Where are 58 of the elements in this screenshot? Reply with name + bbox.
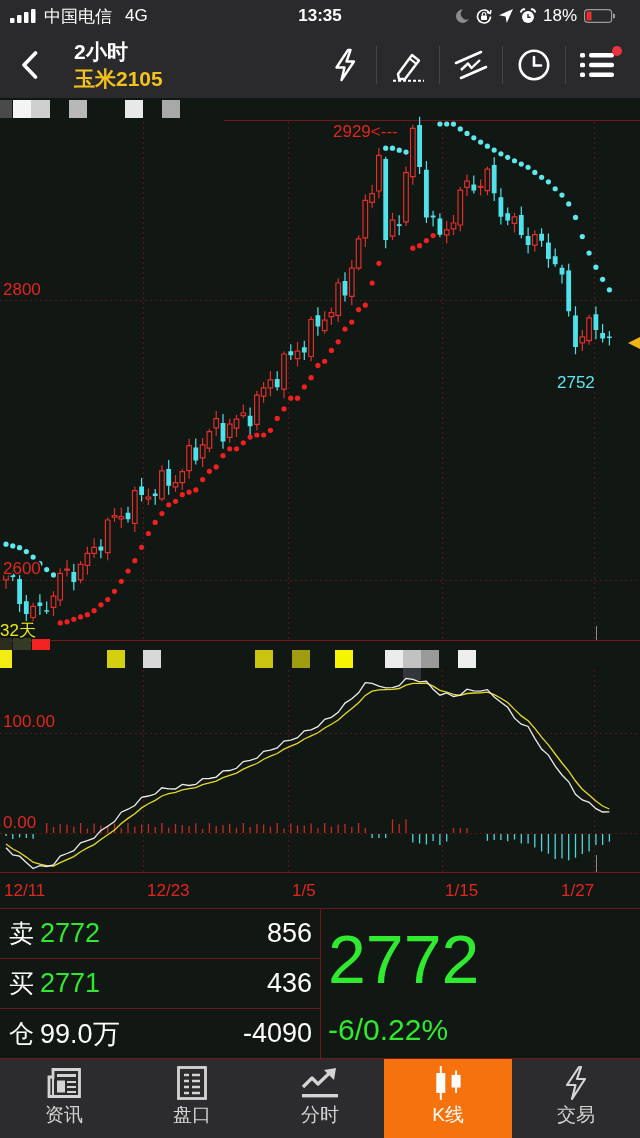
pixelated-block bbox=[162, 100, 180, 118]
network-type: 4G bbox=[125, 6, 148, 26]
clock-time: 13:35 bbox=[298, 6, 342, 26]
pixelated-block bbox=[125, 100, 143, 118]
pixelated-block bbox=[143, 650, 161, 668]
date-axis-label: 1/27 bbox=[561, 881, 595, 900]
quote-volume: 856 bbox=[266, 918, 312, 949]
quote-price: 99.0万 bbox=[40, 1017, 120, 1051]
quote-volume: 436 bbox=[266, 968, 312, 999]
quote-label: 仓 bbox=[9, 1018, 34, 1049]
quote-volume: -4090 bbox=[242, 1018, 312, 1049]
price-pointer-icon bbox=[628, 337, 640, 349]
menu-icon[interactable] bbox=[580, 52, 614, 78]
lightning-icon[interactable] bbox=[333, 48, 357, 82]
date-axis-label: 1/5 bbox=[292, 881, 316, 900]
pixelated-block bbox=[69, 100, 87, 118]
newspaper-icon bbox=[46, 1065, 82, 1101]
contract-symbol: 玉米2105 bbox=[74, 66, 163, 92]
pixelated-block bbox=[255, 650, 273, 668]
pixelated-block bbox=[32, 639, 50, 650]
pixelated-block bbox=[335, 650, 353, 668]
signal-icon bbox=[10, 9, 36, 23]
quote-label: 买 bbox=[9, 968, 34, 999]
tab[interactable]: 交易 bbox=[512, 1059, 640, 1138]
tab[interactable]: 资讯 bbox=[0, 1059, 128, 1138]
day-count-label: 32天 bbox=[0, 621, 36, 640]
quote-label: 卖 bbox=[9, 918, 34, 949]
trend-lines-icon[interactable] bbox=[454, 50, 488, 80]
price-axis-label: 2800 bbox=[3, 280, 41, 299]
indicator-axis-label: 100.00 bbox=[3, 712, 55, 731]
clock-icon[interactable] bbox=[518, 49, 550, 81]
price-change: -6/0.22% bbox=[328, 1013, 450, 1047]
carrier-name: 中国电信 bbox=[44, 5, 112, 28]
chart-period: 2小时 bbox=[74, 39, 129, 65]
pixelated-block bbox=[31, 100, 50, 118]
alarm-clock-icon bbox=[519, 8, 536, 24]
rotation-lock-icon bbox=[475, 8, 492, 24]
date-axis-label: 1/15 bbox=[445, 881, 479, 900]
tab[interactable]: 盘口 bbox=[128, 1059, 256, 1138]
form-document-icon bbox=[177, 1065, 207, 1101]
indicator-axis-label: 0.00 bbox=[3, 813, 37, 832]
lightning-icon bbox=[564, 1065, 588, 1101]
moon-icon bbox=[454, 9, 469, 23]
tab[interactable]: 分时 bbox=[256, 1059, 384, 1138]
pixelated-block bbox=[458, 650, 476, 668]
location-arrow-icon bbox=[498, 9, 513, 23]
high-price-label: 2929<--- bbox=[333, 122, 398, 141]
battery-icon bbox=[584, 9, 615, 23]
date-axis-label: 12/23 bbox=[147, 881, 190, 900]
date-axis-label: 12/11 bbox=[4, 881, 46, 900]
pixelated-block bbox=[292, 650, 310, 668]
back-icon[interactable] bbox=[21, 51, 38, 79]
pixelated-block bbox=[107, 650, 125, 668]
battery-percentage: 18% bbox=[542, 6, 577, 26]
low-price-label: 2752 bbox=[557, 373, 595, 392]
last-price: 2772 bbox=[328, 925, 481, 993]
quote-price: 2771 bbox=[40, 968, 101, 999]
quote-price: 2772 bbox=[40, 918, 101, 949]
